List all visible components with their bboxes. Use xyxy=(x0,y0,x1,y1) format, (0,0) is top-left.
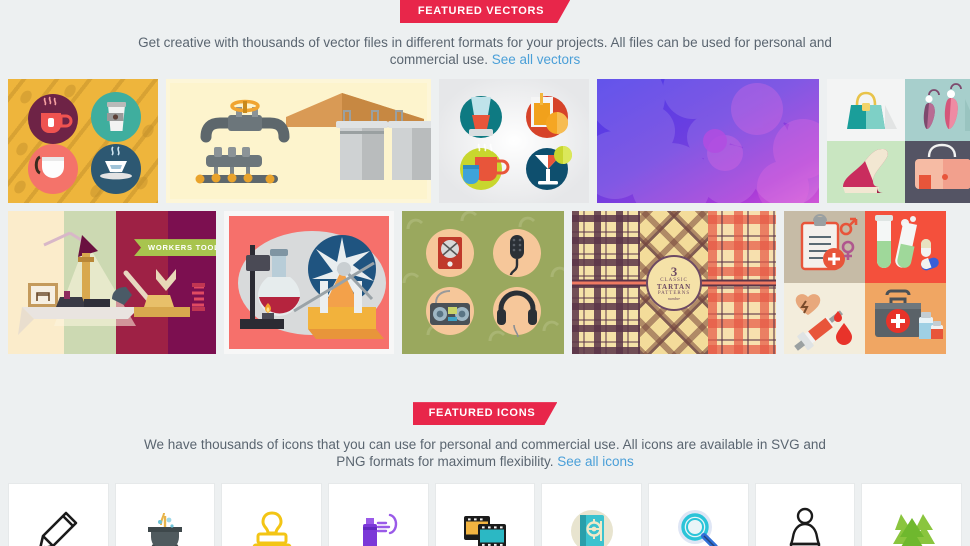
workers-tools-banner: WORKERS TOOLS xyxy=(134,239,216,257)
featured-vectors-badge: FEATURED VECTORS xyxy=(400,0,570,23)
see-all-vectors-link[interactable]: See all vectors xyxy=(492,52,581,67)
cauldron-icon xyxy=(143,509,187,546)
medical-syringe-tile xyxy=(784,282,865,355)
medical-icons-thumbnail[interactable] xyxy=(784,211,946,355)
pencil-icon xyxy=(33,506,83,546)
tartan-seal-line4: number xyxy=(667,295,681,301)
medical-kit-tile xyxy=(865,282,946,355)
workers-tools-thumbnail[interactable]: WORKERS TOOLS xyxy=(8,211,216,355)
audio-icons-thumbnail[interactable] xyxy=(402,211,564,355)
fashion-heel-tile xyxy=(827,141,905,204)
icon-card-pencil[interactable] xyxy=(8,483,109,546)
icons-blurb-text: We have thousands of icons that you can … xyxy=(144,437,826,470)
film-strip-icon xyxy=(461,509,509,546)
pine-trees-icon xyxy=(887,508,937,546)
icon-card-cauldron[interactable] xyxy=(114,483,216,546)
featured-icons-badge-wrap: FEATURED ICONS xyxy=(0,402,970,425)
notebook-icon xyxy=(568,507,616,546)
fashion-earrings-tile xyxy=(904,79,970,142)
tartan-seal: 3 CLASSIC TARTAN PATTERNS number xyxy=(646,254,702,311)
fashion-accessories-thumbnail[interactable] xyxy=(827,79,970,204)
vector-row-2: WORKERS TOOLS xyxy=(0,211,970,355)
featured-icons-badge: FEATURED ICONS xyxy=(413,402,558,425)
science-lab-thumbnail[interactable] xyxy=(224,211,394,355)
icon-card-woman[interactable] xyxy=(754,483,856,546)
oil-refinery-thumbnail[interactable] xyxy=(166,79,431,204)
purple-bubbles-background-thumbnail[interactable] xyxy=(597,79,819,204)
icon-card-notebook[interactable] xyxy=(541,483,643,546)
tartan-patterns-thumbnail[interactable]: 3 CLASSIC TARTAN PATTERNS number xyxy=(572,211,776,355)
icon-card-pine-trees[interactable] xyxy=(861,483,963,546)
icon-card-rubber-stamp[interactable] xyxy=(221,483,323,546)
icons-blurb: We have thousands of icons that you can … xyxy=(140,425,830,470)
fashion-purse-tile xyxy=(827,79,905,142)
medical-clipboard-tile xyxy=(784,211,865,283)
tartan-seal-line2: TARTAN xyxy=(656,282,692,291)
icon-card-spray-can[interactable] xyxy=(328,483,429,546)
beverage-icons-thumbnail[interactable] xyxy=(439,79,589,204)
coffee-icons-thumbnail[interactable] xyxy=(8,79,158,204)
vector-row-1 xyxy=(0,79,970,204)
icon-card-row xyxy=(0,483,970,546)
magnifier-icon xyxy=(674,507,722,546)
vectors-blurb: Get creative with thousands of vector fi… xyxy=(135,23,835,68)
see-all-icons-link[interactable]: See all icons xyxy=(557,454,634,469)
featured-vectors-badge-wrap: FEATURED VECTORS xyxy=(0,0,970,23)
tartan-seal-number: 3 xyxy=(670,263,678,279)
page-root: FEATURED VECTORS Get creative with thous… xyxy=(0,0,970,546)
fashion-handbag-tile xyxy=(904,141,970,204)
medical-test-tubes-tile xyxy=(865,211,946,283)
icon-card-magnifier[interactable] xyxy=(648,483,749,546)
icon-card-film-strip[interactable] xyxy=(434,483,536,546)
spray-can-icon xyxy=(354,507,402,546)
woman-icon xyxy=(783,507,827,546)
vectors-blurb-text: Get creative with thousands of vector fi… xyxy=(138,35,832,68)
rubber-stamp-icon xyxy=(249,508,295,546)
